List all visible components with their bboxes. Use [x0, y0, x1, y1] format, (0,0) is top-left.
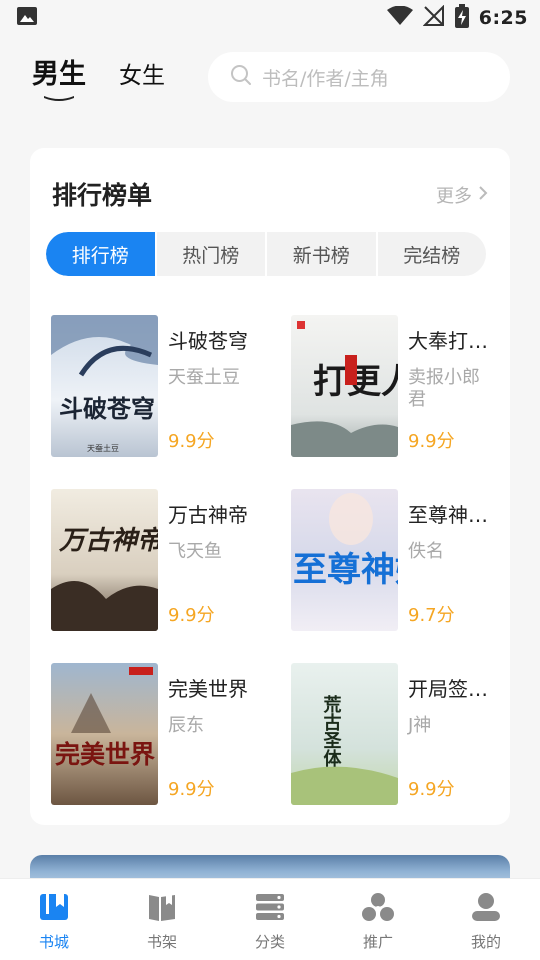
tab-female[interactable]: 女生 [119, 56, 165, 90]
tab-ranking[interactable]: 排行榜 [46, 232, 157, 276]
status-bar: 6:25 [0, 0, 540, 36]
tab-finished[interactable]: 完结榜 [378, 232, 487, 276]
svg-text:天蚕土豆: 天蚕土豆 [87, 443, 119, 453]
book-cover: 至尊神婿 [291, 489, 398, 631]
book-title: 万古神帝 [168, 503, 248, 527]
header: 男生 女生 书名/作者/主角 [0, 44, 540, 114]
book-item[interactable]: 完美世界 完美世界 辰东 9.9分 [51, 663, 271, 805]
book-title: 大奉打… [408, 329, 488, 353]
book-store-icon [38, 891, 70, 927]
book-cover: 打更人 [291, 315, 398, 457]
book-cover: 荒古圣体 [291, 663, 398, 805]
nav-promote[interactable]: 推广 [324, 879, 432, 960]
nav-label: 推广 [362, 933, 393, 951]
book-title: 斗破苍穹 [168, 329, 248, 353]
book-title: 完美世界 [168, 677, 248, 701]
ranking-card: 排行榜单 更多 排行榜 热门榜 新书榜 完结榜 斗破苍穹 天蚕土豆 斗破苍穹 天… [30, 148, 510, 825]
search-input[interactable]: 书名/作者/主角 [208, 52, 510, 102]
nav-profile[interactable]: 我的 [432, 879, 540, 960]
section-title: 排行榜单 [52, 181, 153, 210]
active-tab-indicator [44, 96, 74, 101]
nav-label: 我的 [470, 933, 501, 951]
book-item[interactable]: 至尊神婿 至尊神… 佚名 9.7分 [291, 489, 511, 631]
chevron-right-icon [478, 185, 488, 206]
cover-title: 斗破苍穹 [59, 394, 155, 423]
book-author: 飞天鱼 [168, 541, 222, 562]
book-score: 9.9分 [168, 431, 215, 452]
bookshelf-icon [146, 891, 178, 927]
book-title: 至尊神… [408, 503, 488, 527]
book-title: 开局签… [408, 677, 488, 701]
cover-title: 万古神帝 [58, 526, 158, 556]
book-author: 辰东 [168, 715, 204, 736]
cover-title: 荒古圣体 [321, 694, 343, 768]
nav-label: 书城 [38, 933, 69, 951]
book-author: 天蚕土豆 [168, 367, 240, 388]
nav-bookstore[interactable]: 书城 [0, 879, 108, 960]
battery-charging-icon [454, 4, 469, 32]
image-notification-icon [16, 6, 38, 30]
book-score: 9.9分 [408, 779, 455, 800]
book-author: J神 [408, 715, 432, 736]
tab-male[interactable]: 男生 [32, 52, 86, 91]
nav-label: 分类 [254, 933, 285, 951]
ranking-tabs: 排行榜 热门榜 新书榜 完结榜 [46, 232, 486, 276]
book-item[interactable]: 万古神帝 万古神帝 飞天鱼 9.9分 [51, 489, 271, 631]
profile-icon [470, 891, 502, 927]
search-icon [230, 64, 252, 90]
book-score: 9.7分 [408, 605, 455, 626]
more-label: 更多 [436, 186, 472, 207]
book-item[interactable]: 斗破苍穹 天蚕土豆 斗破苍穹 天蚕土豆 9.9分 [51, 315, 271, 457]
status-time: 6:25 [478, 7, 528, 29]
tab-new[interactable]: 新书榜 [267, 232, 378, 276]
nav-bookshelf[interactable]: 书架 [108, 879, 216, 960]
book-score: 9.9分 [408, 431, 455, 452]
promote-icon [361, 891, 395, 927]
category-icon [254, 891, 286, 927]
book-cover: 万古神帝 [51, 489, 158, 631]
book-item[interactable]: 荒古圣体 开局签… J神 9.9分 [291, 663, 511, 805]
nav-category[interactable]: 分类 [216, 879, 324, 960]
no-signal-icon [422, 4, 445, 31]
cover-title: 至尊神婿 [293, 550, 398, 590]
book-score: 9.9分 [168, 779, 215, 800]
search-placeholder: 书名/作者/主角 [262, 67, 389, 90]
book-item[interactable]: 打更人 大奉打… 卖报小郎君 9.9分 [291, 315, 511, 457]
wifi-icon [386, 5, 413, 30]
bottom-nav: 书城 书架 分类 推广 我的 [0, 878, 540, 960]
tab-hot[interactable]: 热门榜 [157, 232, 267, 276]
more-link[interactable]: 更多 [436, 182, 488, 208]
book-author: 佚名 [408, 541, 444, 562]
book-score: 9.9分 [168, 605, 215, 626]
book-cover: 完美世界 [51, 663, 158, 805]
cover-title: 完美世界 [55, 740, 155, 769]
book-author: 卖报小郎君 [408, 367, 480, 410]
book-cover: 斗破苍穹 天蚕土豆 [51, 315, 158, 457]
nav-label: 书架 [146, 933, 177, 951]
